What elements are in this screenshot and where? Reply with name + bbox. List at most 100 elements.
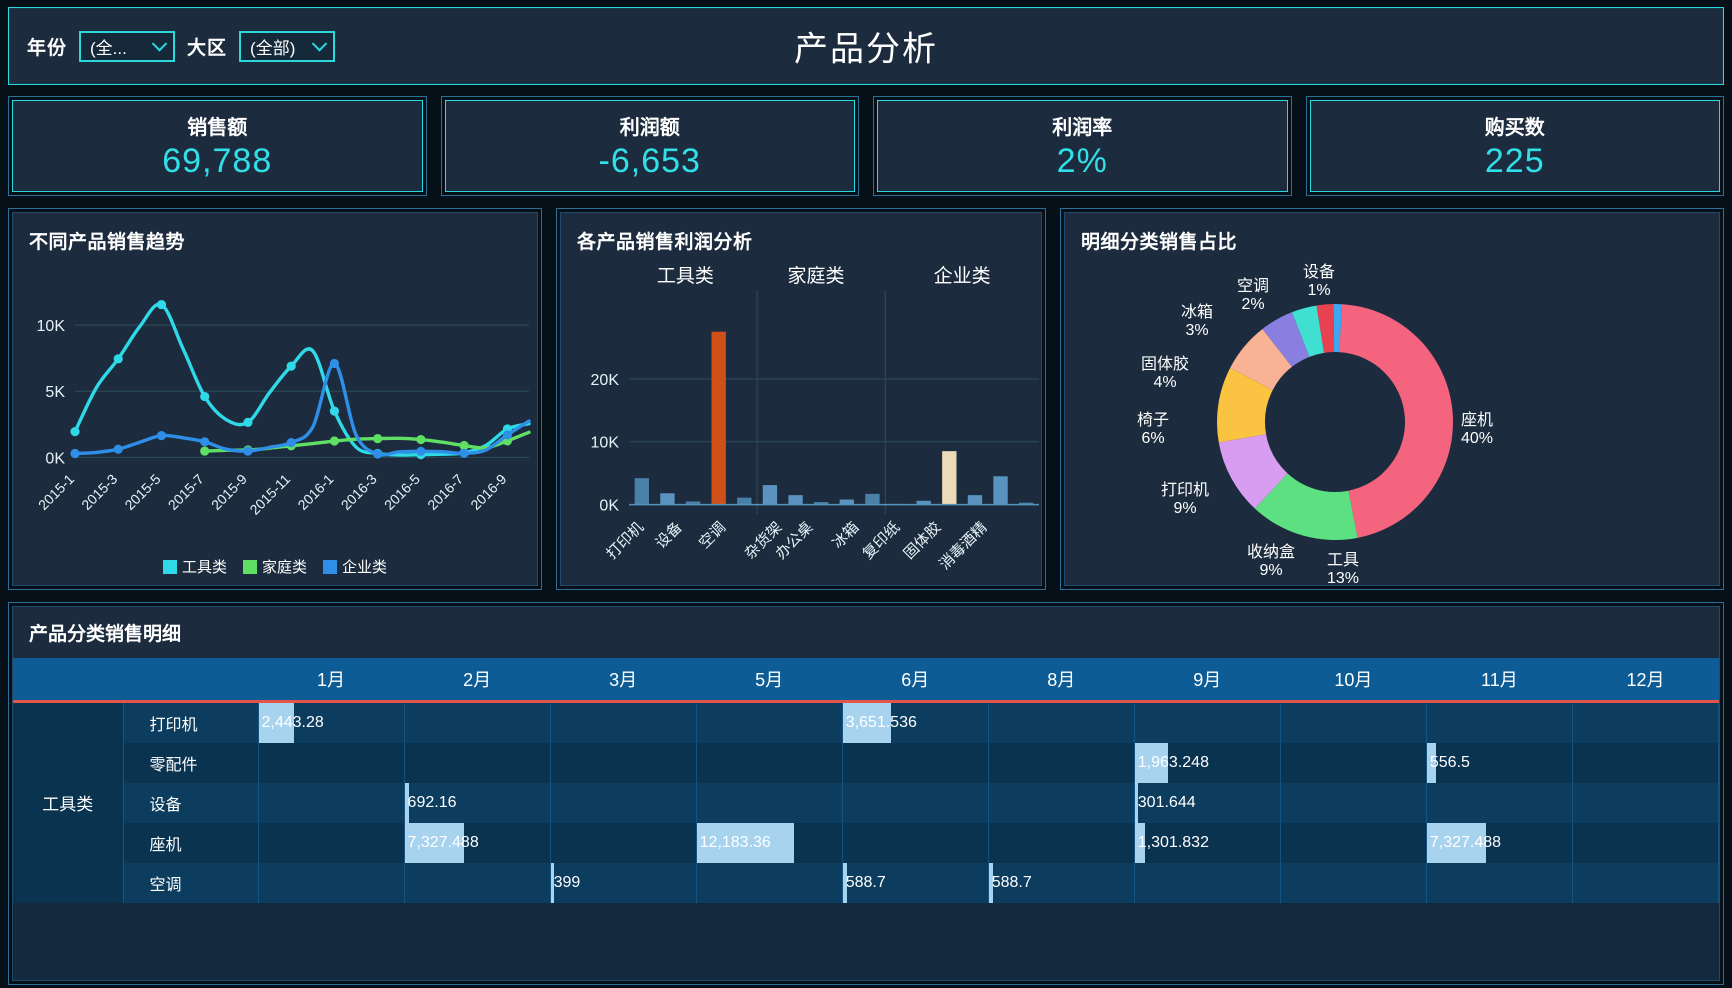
table-header-month[interactable]: 6月 (842, 658, 989, 703)
table-cell-value[interactable] (1280, 701, 1427, 743)
table-cell-value[interactable]: 301.644 (1134, 782, 1281, 823)
table-cell-value[interactable] (404, 862, 551, 903)
table-header-month[interactable]: 2月 (404, 658, 551, 703)
table-cell-subcategory: 设备 (123, 782, 259, 823)
pie-slice-label: 收纳盒 9% (1247, 544, 1295, 581)
table-cell-value[interactable] (258, 742, 405, 783)
table-cell-value[interactable] (696, 742, 843, 783)
table-cell-value[interactable]: 399 (550, 862, 697, 903)
table-cell-value[interactable] (550, 701, 697, 743)
cell-text: 1,963.248 (1137, 753, 1209, 771)
table-row[interactable]: 工具类 打印机 2,443.28 3,651.536 (13, 701, 1719, 903)
table-cell-value[interactable] (258, 782, 405, 823)
table-cell-value[interactable]: 588.7 (988, 862, 1135, 903)
year-select[interactable]: (全... (79, 30, 176, 62)
table-cell-value[interactable] (1572, 862, 1719, 903)
year-select-value: (全... (90, 38, 127, 58)
detail-table[interactable]: 1月 2月 3月 5月 6月 8月 9月 10月 11月 12月 工具类 打印机 2,443.28 3,… (13, 658, 1719, 903)
cell-text: 588.7 (845, 873, 886, 891)
table-cell-value[interactable] (258, 822, 405, 863)
table-cell-value[interactable]: 3,651.536 (842, 701, 989, 743)
table-header-month[interactable]: 9月 (1134, 658, 1281, 703)
table-cell-value[interactable] (1426, 782, 1573, 823)
table-cell-value[interactable] (1426, 701, 1573, 743)
legend-item[interactable]: 家庭类 (242, 556, 307, 577)
table-header-month[interactable]: 12月 (1572, 658, 1719, 703)
table-cell-value[interactable] (1280, 742, 1427, 783)
bar-chart-svg[interactable]: 0K10K20K工具类 家庭类 企业类打印机 设备 空调 杂货架办公桌 冰箱复印纸固体胶消毒… (561, 254, 1042, 586)
table-header-month[interactable]: 11月 (1426, 658, 1573, 703)
table-cell-value[interactable] (1280, 822, 1427, 863)
table-cell-value[interactable]: 1,301.832 (1134, 822, 1281, 863)
cell-text: 399 (553, 873, 581, 891)
table-body: 工具类 打印机 2,443.28 3,651.536 零配件 1,963.248 556.5… (13, 701, 1719, 903)
pie-slice-pct: 6% (1141, 430, 1165, 448)
table-header-month[interactable]: 10月 (1280, 658, 1427, 703)
table-header-category[interactable] (13, 658, 123, 703)
table-row[interactable]: 座机 7,327.488 12,183.36 1,301.832 7,327.488 (13, 822, 1719, 863)
table-header-sub[interactable] (123, 658, 258, 703)
table-cell-value[interactable]: 7,327.488 (1426, 822, 1573, 863)
region-select[interactable]: (全部) (239, 30, 336, 62)
line-chart[interactable]: 0K 5K 10K 2015-1 2015-3 2015-5 2015-7 2015-9 201… (13, 254, 537, 554)
svg-text:20K: 20K (591, 372, 620, 389)
pie-slice-name: 座机 (1461, 412, 1494, 429)
table-cell-value[interactable] (550, 782, 697, 823)
table-cell-value[interactable]: 556.5 (1426, 742, 1573, 783)
table-cell-value[interactable] (1572, 782, 1719, 823)
table-cell-value[interactable]: 692.16 (404, 782, 551, 823)
cell-text: 2,443.28 (261, 713, 324, 731)
svg-text:2016-1: 2016-1 (294, 471, 336, 513)
table-header-month[interactable]: 5月 (696, 658, 843, 703)
chevron-down-icon (311, 36, 328, 52)
table-cell-value[interactable] (550, 742, 697, 783)
table-header-month[interactable]: 3月 (550, 658, 697, 703)
legend-item[interactable]: 企业类 (323, 556, 387, 577)
table-cell-value[interactable] (696, 701, 843, 743)
table-cell-value[interactable] (1572, 822, 1719, 863)
legend-label: 工具类 (181, 559, 227, 576)
table-cell-value[interactable] (988, 782, 1135, 823)
table-cell-value[interactable] (988, 742, 1135, 783)
table-cell-value[interactable] (988, 822, 1135, 863)
table-cell-value[interactable] (1280, 862, 1427, 903)
table-cell-value[interactable] (1134, 701, 1281, 743)
table-cell-value[interactable] (696, 782, 843, 823)
table-cell-value[interactable]: 588.7 (842, 862, 989, 903)
table-cell-value[interactable] (988, 701, 1135, 743)
table-cell-value[interactable] (842, 742, 989, 783)
table-cell-value[interactable] (696, 862, 843, 903)
table-cell-value[interactable] (1280, 782, 1427, 823)
table-cell-value[interactable] (1572, 701, 1719, 743)
table-cell-value[interactable] (842, 782, 989, 823)
pie-slice-label: 空调 2% (1237, 278, 1269, 315)
pie-chart[interactable]: 座机 40% 工具 13% 收纳盒 9% 打印机 9% 椅子 6% 固体胶 4% 冰箱 3% 空调 2% 设备 1… (1065, 254, 1719, 585)
table-header-month[interactable]: 1月 (258, 658, 405, 703)
kpi-card-orders: 购买数 225 (1305, 96, 1724, 196)
cell-text: 3,651.536 (845, 713, 917, 731)
table-cell-value[interactable]: 12,183.36 (696, 822, 843, 863)
table-cell-value[interactable] (842, 822, 989, 863)
table-cell-value[interactable] (550, 822, 697, 863)
pie-slice-name: 打印机 (1161, 482, 1210, 499)
table-cell-value[interactable]: 1,963.248 (1134, 742, 1281, 783)
table-cell-value[interactable] (1572, 742, 1719, 783)
kpi-label: 利润率 (1052, 117, 1113, 139)
table-row[interactable]: 零配件 1,963.248 556.5 (13, 742, 1719, 783)
table-cell-value[interactable] (258, 862, 405, 903)
line-chart-svg: 0K5K10K2015-1 2015-3 2015-5 2015-7 2015-9201… (35, 299, 531, 518)
table-cell-value[interactable] (404, 742, 551, 783)
table-cell-value[interactable] (404, 701, 551, 743)
kpi-value: 2% (1056, 142, 1108, 180)
table-cell-value[interactable] (1426, 862, 1573, 903)
legend-item[interactable]: 工具类 (162, 556, 227, 577)
table-row[interactable]: 设备 692.16 301.644 (13, 782, 1719, 823)
table-cell-value[interactable] (1134, 862, 1281, 903)
pie-slice-pct: 9% (1259, 562, 1283, 580)
chevron-down-icon (151, 36, 168, 52)
svg-text:空调: 空调 (696, 519, 729, 552)
table-row[interactable]: 空调 399 588.7 588.7 (13, 862, 1719, 903)
table-cell-value[interactable]: 7,327.488 (404, 822, 551, 863)
table-cell-value[interactable]: 2,443.28 (258, 701, 405, 743)
table-header-month[interactable]: 8月 (988, 658, 1135, 703)
